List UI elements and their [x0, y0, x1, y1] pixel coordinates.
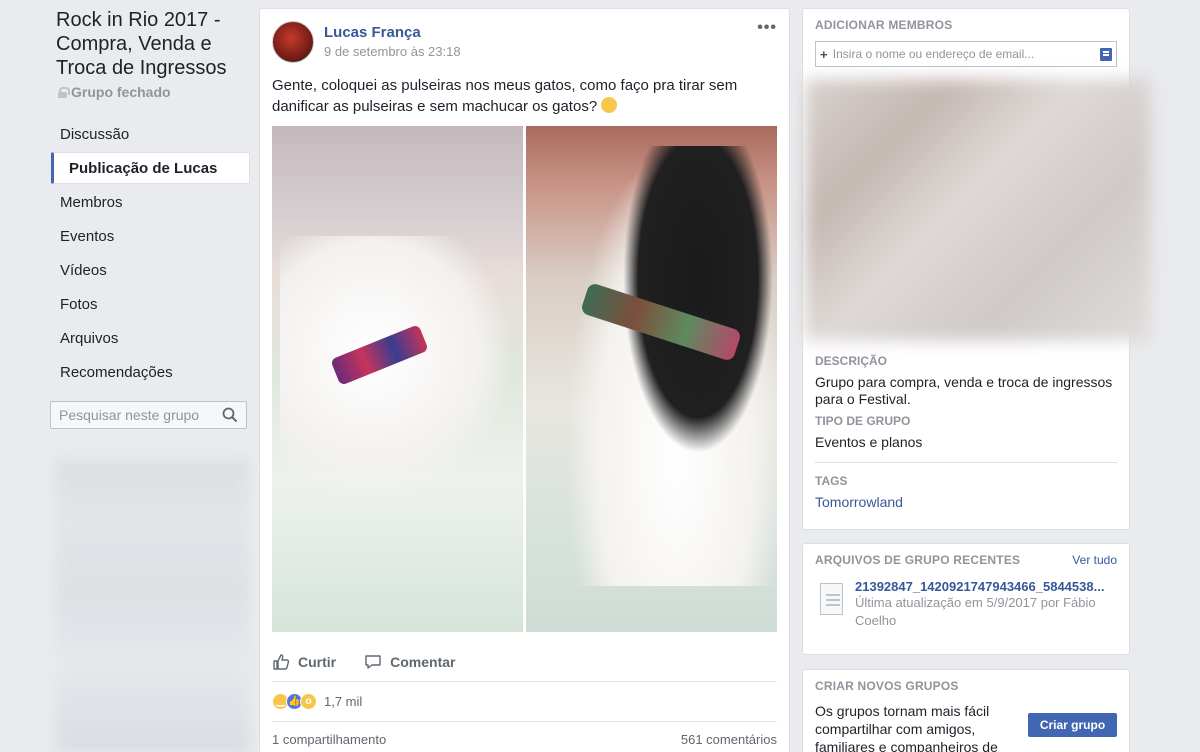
white-cat-figure [280, 236, 510, 496]
like-button[interactable]: Curtir [272, 653, 336, 671]
nav-item-label: Membros [60, 193, 123, 211]
thumbs-up-icon [273, 653, 290, 670]
nav-item-photos[interactable]: Fotos [50, 287, 250, 321]
post-body: Gente, coloquei as pulseiras nos meus ga… [272, 77, 738, 115]
nav-item-label: Recomendações [60, 363, 173, 381]
description-value: Grupo para compra, venda e troca de ingr… [815, 374, 1113, 407]
post-author[interactable]: Lucas França [324, 24, 461, 41]
nav-item-label: Vídeos [60, 261, 107, 279]
tags-label: TAGS [815, 474, 848, 488]
author-block: Lucas França 9 de setembro às 23:18 [324, 21, 461, 63]
lock-icon [58, 86, 70, 98]
file-meta: Última atualização em 5/9/2017 por Fábio… [855, 595, 1096, 628]
comment-count[interactable]: 561 comentários [681, 732, 777, 747]
post-stats: 1 compartilhamento 561 comentários [272, 722, 777, 747]
post-text: Gente, coloquei as pulseiras nos meus ga… [260, 63, 760, 117]
comment-button[interactable]: Comentar [364, 653, 455, 671]
add-members-heading: ADICIONAR MEMBROS [815, 18, 953, 32]
create-group-card: CRIAR NOVOS GRUPOS Os grupos tornam mais… [802, 669, 1130, 752]
description-label: DESCRIÇÃO [815, 354, 888, 368]
nav-item-label: Fotos [60, 295, 98, 313]
post-card: Lucas França 9 de setembro às 23:18 ••• … [259, 8, 790, 752]
divider [815, 462, 1117, 463]
nav-item-lucas-post[interactable]: Publicação de Lucas [51, 152, 250, 184]
nav-item-events[interactable]: Eventos [50, 219, 250, 253]
black-white-cat-figure [566, 146, 777, 586]
comment-icon [365, 654, 381, 669]
file-item: 21392847_1420921747943466_5844538... Últ… [815, 579, 1117, 630]
nav-item-members[interactable]: Membros [50, 185, 250, 219]
create-group-button[interactable]: Criar grupo [1028, 713, 1117, 737]
see-all-link[interactable]: Ver tudo [1072, 553, 1117, 567]
left-column: Rock in Rio 2017 - Compra, Venda e Troca… [50, 8, 250, 429]
share-count[interactable]: 1 compartilhamento [272, 732, 386, 747]
recent-files-heading: ARQUIVOS DE GRUPO RECENTES [815, 553, 1021, 567]
address-book-icon[interactable] [1100, 47, 1112, 61]
file-details: 21392847_1420921747943466_5844538... Últ… [855, 579, 1117, 630]
file-name-link[interactable]: 21392847_1420921747943466_5844538... [855, 579, 1117, 594]
group-info-card: ADICIONAR MEMBROS + DESCRIÇÃO Grupo para… [802, 8, 1150, 530]
blurred-members-list [805, 79, 1150, 341]
create-group-text: Os grupos tornam mais fácil compartilhar… [815, 703, 998, 752]
nav-item-label: Eventos [60, 227, 115, 245]
add-members-section: ADICIONAR MEMBROS + [803, 9, 1129, 67]
white-cat-photo[interactable] [272, 126, 523, 632]
group-details: DESCRIÇÃO Grupo para compra, venda e tro… [815, 354, 1117, 510]
post-actions: Curtir Comentar [272, 642, 777, 682]
right-column: ADICIONAR MEMBROS + DESCRIÇÃO Grupo para… [802, 8, 1150, 752]
post-header: Lucas França 9 de setembro às 23:18 ••• [260, 9, 789, 63]
reactions-bar[interactable]: ‿ 👍 o 1,7 mil [272, 682, 777, 722]
post-timestamp[interactable]: 9 de setembro às 23:18 [324, 44, 461, 59]
group-status-label: Grupo fechado [71, 84, 171, 100]
nav-item-label: Publicação de Lucas [69, 159, 218, 177]
create-group-heading: CRIAR NOVOS GRUPOS [815, 679, 959, 693]
comment-label: Comentar [390, 653, 456, 670]
nav-item-label: Arquivos [60, 329, 119, 347]
nav-item-files[interactable]: Arquivos [50, 321, 250, 355]
add-members-input[interactable] [832, 47, 1098, 61]
black-white-cat-photo[interactable] [526, 126, 777, 632]
add-members-field: + [815, 41, 1117, 67]
group-search-input[interactable] [59, 407, 219, 423]
group-privacy-status: Grupo fechado [58, 84, 250, 100]
nav-item-recommendations[interactable]: Recomendações [50, 355, 250, 389]
thinking-emoji-icon [601, 97, 618, 113]
post-photos [272, 126, 777, 632]
document-icon[interactable] [820, 583, 843, 615]
group-type-value: Eventos e planos [815, 434, 923, 450]
avatar[interactable] [272, 21, 314, 63]
reaction-count[interactable]: 1,7 mil [324, 694, 362, 709]
plus-icon: + [820, 46, 828, 62]
recent-files-card: ARQUIVOS DE GRUPO RECENTES Ver tudo 2139… [802, 543, 1130, 655]
group-type-label: TIPO DE GRUPO [815, 414, 911, 428]
group-title[interactable]: Rock in Rio 2017 - Compra, Venda e Troca… [56, 8, 250, 80]
search-icon[interactable] [222, 407, 238, 423]
like-label: Curtir [298, 653, 337, 670]
wow-reaction-icon: o [300, 693, 317, 710]
group-search [50, 401, 247, 429]
tag-link[interactable]: Tomorrowland [815, 494, 1117, 510]
more-options-icon[interactable]: ••• [757, 19, 777, 37]
nav-item-videos[interactable]: Vídeos [50, 253, 250, 287]
nav-item-label: Discussão [60, 125, 130, 143]
nav-item-discussion[interactable]: Discussão [50, 117, 250, 151]
blurred-sidebar-content [55, 460, 250, 752]
create-group-row: Os grupos tornam mais fácil compartilhar… [815, 702, 1117, 752]
recent-files-header: ARQUIVOS DE GRUPO RECENTES Ver tudo [815, 553, 1117, 567]
group-nav: Discussão Publicação de Lucas Membros Ev… [50, 117, 250, 389]
